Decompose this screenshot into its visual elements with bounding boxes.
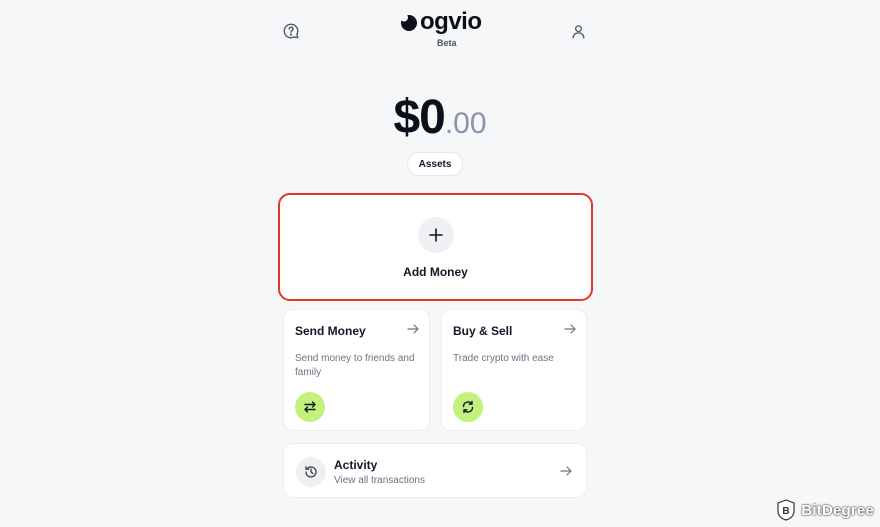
send-money-card[interactable]: Send Money Send money to friends and fam…	[283, 309, 430, 431]
buy-sell-description: Trade crypto with ease	[453, 353, 554, 364]
history-icon	[296, 457, 326, 487]
add-money-card[interactable]: Add Money	[278, 193, 593, 301]
buy-sell-card[interactable]: Buy & Sell Trade crypto with ease	[441, 309, 587, 431]
brand-name: ogvio	[420, 8, 482, 35]
activity-subtitle: View all transactions	[334, 475, 425, 486]
swap-arrows-icon	[295, 392, 325, 422]
bitdegree-shield-icon: B	[777, 499, 795, 521]
watermark-text: BitDegree	[801, 501, 874, 519]
brand-logo: ogvio Beta	[398, 10, 482, 48]
balance-cents: .00	[444, 107, 487, 140]
bitdegree-watermark: B BitDegree	[776, 499, 874, 521]
arrow-right-icon	[564, 322, 576, 340]
plus-icon	[417, 217, 454, 253]
ogvio-mark-icon	[400, 13, 417, 31]
arrow-right-icon	[407, 322, 419, 340]
assets-button[interactable]: Assets	[407, 152, 463, 176]
buy-sell-title: Buy & Sell	[453, 324, 513, 338]
profile-icon[interactable]	[567, 20, 589, 42]
activity-card[interactable]: Activity View all transactions	[283, 443, 587, 498]
balance-display: $0.00	[0, 90, 880, 145]
refresh-icon	[453, 392, 483, 422]
send-money-description: Send money to friends and family	[295, 353, 415, 378]
add-money-label: Add Money	[403, 265, 468, 279]
activity-title: Activity	[334, 458, 378, 472]
send-money-title: Send Money	[295, 324, 366, 338]
help-icon[interactable]	[280, 20, 302, 42]
svg-text:B: B	[783, 506, 790, 517]
beta-badge: Beta	[436, 38, 457, 48]
balance-whole: $0	[393, 91, 445, 144]
arrow-right-icon	[560, 464, 572, 482]
